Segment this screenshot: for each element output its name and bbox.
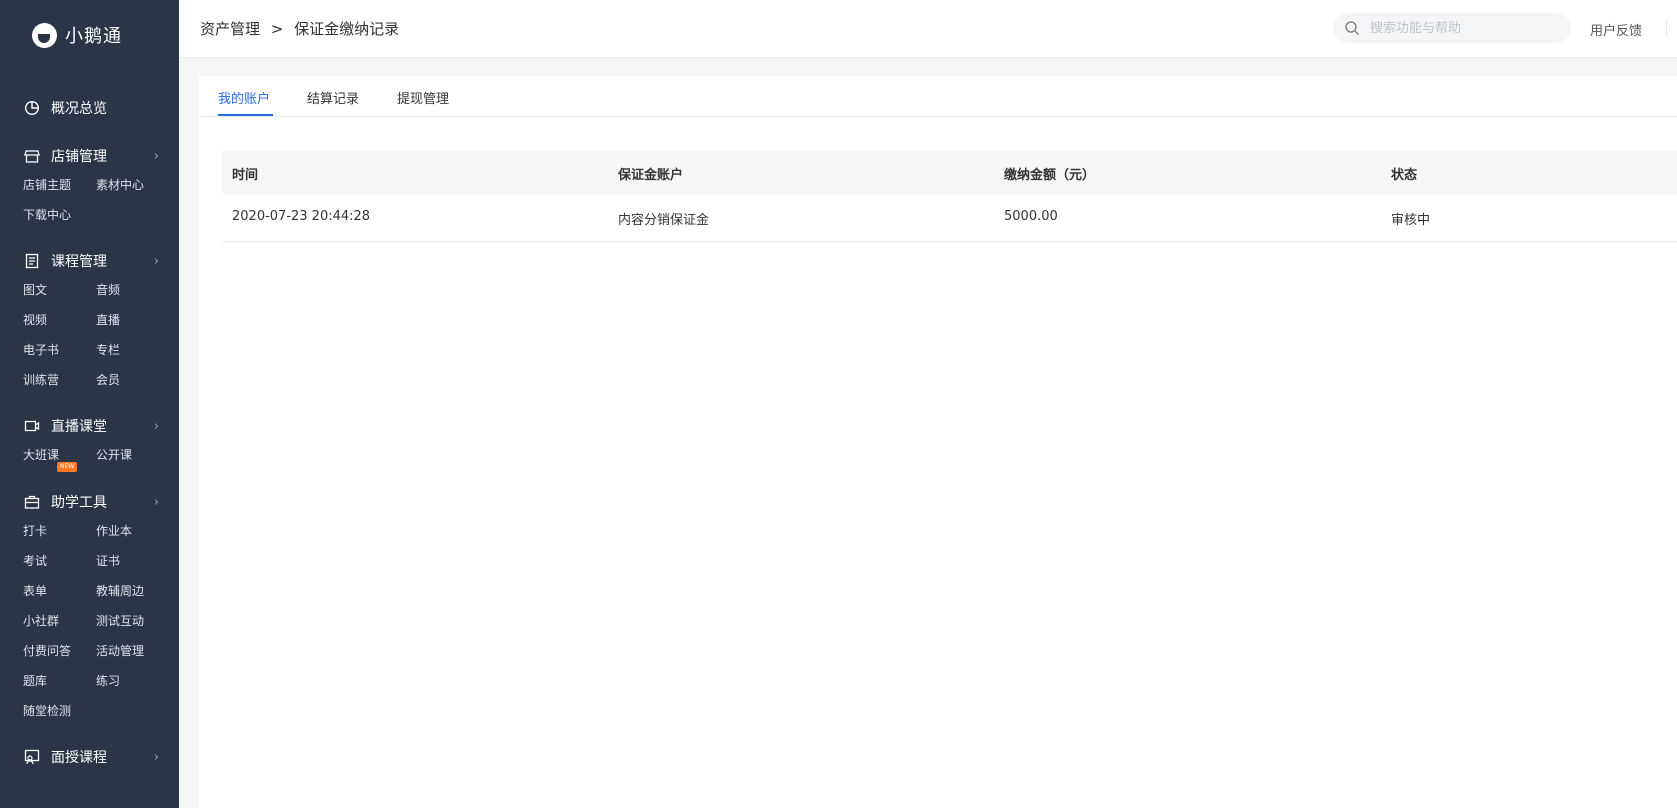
nav-sub-quiz-interaction[interactable]: 测试互动 [96, 612, 144, 629]
nav-offline-course-label: 面授课程 [51, 750, 107, 766]
nav-sub-ebook[interactable]: 电子书 [23, 341, 59, 358]
cell-deposit-account: 内容分销保证金 [618, 213, 710, 228]
nav-overview[interactable]: 概况总览 [24, 98, 159, 118]
user-feedback-link[interactable]: 用户反馈 [1590, 20, 1642, 39]
tab-withdrawal-management[interactable]: 提现管理 [397, 88, 449, 107]
chevron-right-icon: › [153, 253, 159, 269]
nav-course-management-label: 课程管理 [51, 254, 107, 270]
nav-offline-course[interactable]: 面授课程 › [24, 747, 159, 767]
brand[interactable]: 小鹅通 [32, 22, 122, 48]
nav-overview-label: 概况总览 [51, 101, 107, 117]
document-icon [24, 253, 40, 269]
toolbox-icon [24, 494, 40, 510]
column-header-amount: 缴纳金额（元） [1004, 168, 1096, 183]
nav-sub-exam[interactable]: 考试 [23, 552, 47, 569]
nav-sub-material-center[interactable]: 素材中心 [96, 176, 144, 193]
nav-study-tools[interactable]: 助学工具 › [24, 492, 159, 512]
nav-sub-teaching-merch[interactable]: 教辅周边 [96, 582, 144, 599]
pie-chart-icon [24, 100, 40, 116]
new-badge: NEW [57, 462, 78, 472]
nav-course-management[interactable]: 课程管理 › [24, 251, 159, 271]
nav-sub-video[interactable]: 视频 [23, 311, 47, 328]
nav-sub-download-center[interactable]: 下载中心 [23, 206, 71, 223]
table-header: 时间 保证金账户 缴纳金额（元） 状态 [222, 151, 1677, 194]
search-icon [1344, 20, 1360, 36]
top-header: 资产管理 > 保证金缴纳记录 用户反馈 [179, 0, 1677, 58]
brand-logo-icon [32, 22, 57, 48]
main-panel: 我的账户 结算记录 提现管理 时间 保证金账户 缴纳金额（元） 状态 2020-… [199, 76, 1677, 808]
nav-store-management-label: 店铺管理 [51, 149, 107, 165]
nav-sub-store-theme[interactable]: 店铺主题 [23, 176, 71, 193]
chevron-right-icon: › [153, 494, 159, 510]
search-box[interactable] [1333, 13, 1571, 43]
chevron-right-icon: › [153, 148, 159, 164]
cell-time: 2020-07-23 20:44:28 [232, 209, 371, 224]
nav-sub-activity-management[interactable]: 活动管理 [96, 642, 144, 659]
sidebar: 小鹅通 概况总览 店铺管理 › 店铺主题 素材中心 下载中心 课程管理 › 图文… [0, 0, 179, 808]
nav-sub-open-class[interactable]: 公开课 [96, 446, 132, 463]
nav-sub-camp[interactable]: 训练营 [23, 371, 59, 388]
nav-sub-article[interactable]: 图文 [23, 281, 47, 298]
tab-settlement-records[interactable]: 结算记录 [307, 88, 359, 107]
nav-sub-checkin[interactable]: 打卡 [23, 522, 47, 539]
nav-sub-form[interactable]: 表单 [23, 582, 47, 599]
nav-sub-certificate[interactable]: 证书 [96, 552, 120, 569]
table-row: 2020-07-23 20:44:28 内容分销保证金 5000.00 审核中 [222, 194, 1677, 242]
nav-sub-homework[interactable]: 作业本 [96, 522, 132, 539]
chevron-right-icon: › [153, 418, 159, 434]
store-icon [24, 148, 40, 164]
column-header-time: 时间 [232, 168, 259, 183]
nav-live-classroom-label: 直播课堂 [51, 419, 107, 435]
header-divider [1666, 20, 1667, 36]
cell-status: 审核中 [1391, 213, 1431, 228]
camera-icon [24, 418, 40, 434]
nav-sub-audio[interactable]: 音频 [96, 281, 120, 298]
deposit-records-table: 时间 保证金账户 缴纳金额（元） 状态 2020-07-23 20:44:28 … [222, 151, 1677, 242]
tab-my-account[interactable]: 我的账户 [218, 88, 270, 107]
nav-sub-column[interactable]: 专栏 [96, 341, 120, 358]
active-tab-indicator [218, 114, 273, 116]
column-header-status: 状态 [1391, 168, 1418, 183]
nav-sub-question-bank[interactable]: 题库 [23, 672, 47, 689]
nav-store-management[interactable]: 店铺管理 › [24, 146, 159, 166]
nav-sub-in-class-test[interactable]: 随堂检测 [23, 702, 71, 719]
nav-sub-community[interactable]: 小社群 [23, 612, 59, 629]
brand-name: 小鹅通 [65, 26, 122, 47]
nav-study-tools-label: 助学工具 [51, 495, 107, 511]
breadcrumb: 资产管理 > 保证金缴纳记录 [200, 18, 399, 39]
teacher-icon [24, 749, 40, 765]
chevron-right-icon: › [153, 749, 159, 765]
breadcrumb-deposit-records: 保证金缴纳记录 [294, 20, 400, 38]
column-header-deposit-account: 保证金账户 [618, 168, 684, 183]
search-input[interactable] [1368, 19, 1562, 37]
nav-sub-practice[interactable]: 练习 [96, 672, 120, 689]
nav-sub-member[interactable]: 会员 [96, 371, 120, 388]
tab-bar: 我的账户 结算记录 提现管理 [199, 76, 1677, 117]
breadcrumb-asset-management[interactable]: 资产管理 [200, 20, 260, 38]
cell-amount: 5000.00 [1004, 209, 1058, 224]
nav-sub-large-class[interactable]: 大班课 [23, 446, 59, 463]
nav-sub-live[interactable]: 直播 [96, 311, 120, 328]
breadcrumb-separator: > [270, 20, 284, 38]
nav-live-classroom[interactable]: 直播课堂 › [24, 416, 159, 436]
nav-sub-paid-qa[interactable]: 付费问答 [23, 642, 71, 659]
